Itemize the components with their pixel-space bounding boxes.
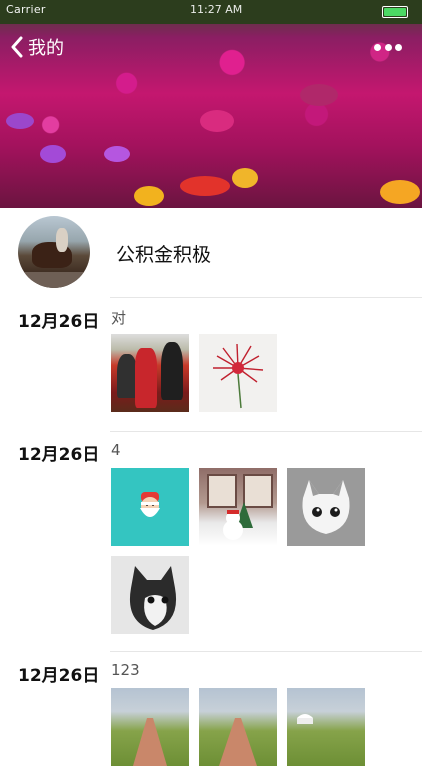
moment-date: 12月26日 xyxy=(18,312,100,332)
moment-image[interactable] xyxy=(287,468,365,546)
cover-flower xyxy=(40,145,66,163)
moment-date: 12月26日 xyxy=(18,666,100,686)
lily-drawing xyxy=(213,343,264,409)
moment-image[interactable] xyxy=(199,334,277,412)
moment-text: 对 xyxy=(111,309,127,327)
moment-image[interactable] xyxy=(111,688,189,766)
path-photo xyxy=(133,718,167,766)
path-photo xyxy=(219,718,257,766)
cover-flower xyxy=(380,180,420,204)
moment-image[interactable] xyxy=(199,468,277,546)
snowman-icon xyxy=(223,502,253,540)
moment-item[interactable]: 12月26日 123 xyxy=(0,652,422,766)
cover-flower xyxy=(232,168,258,188)
battery-icon xyxy=(382,6,408,18)
cover-photo[interactable]: Carrier 11:27 AM 我的 xyxy=(0,0,422,208)
moment-image[interactable] xyxy=(111,334,189,412)
moment-item[interactable]: 12月26日 4 xyxy=(0,432,422,652)
back-label: 我的 xyxy=(28,38,64,59)
moment-image[interactable] xyxy=(199,688,277,766)
santa-icon xyxy=(140,492,160,517)
cover-flower xyxy=(6,113,34,129)
black-cat-icon xyxy=(129,566,177,630)
more-options-icon[interactable] xyxy=(374,38,402,56)
cover-flower xyxy=(134,186,164,206)
yurt-photo xyxy=(297,714,313,724)
cover-flower xyxy=(104,146,130,162)
nav-bar: 我的 xyxy=(0,28,422,68)
back-button[interactable]: 我的 xyxy=(10,34,64,60)
moment-image[interactable] xyxy=(111,556,189,634)
chevron-left-icon xyxy=(11,36,23,58)
clock: 11:27 AM xyxy=(190,3,243,16)
moment-text: 4 xyxy=(111,441,121,459)
cover-flower xyxy=(300,84,338,106)
cover-flower xyxy=(180,176,230,196)
moment-text: 123 xyxy=(111,661,140,679)
moment-image[interactable] xyxy=(287,688,365,766)
moment-date: 12月26日 xyxy=(18,445,100,465)
status-bar: Carrier 11:27 AM xyxy=(0,0,422,20)
username: 公积金积极 xyxy=(116,244,212,266)
avatar[interactable] xyxy=(18,216,90,288)
moment-item[interactable]: 12月26日 对 xyxy=(0,298,422,432)
white-cat-icon xyxy=(302,480,350,534)
profile-header: 公积金积极 xyxy=(0,208,422,298)
carrier-label: Carrier xyxy=(6,3,46,16)
cover-flower xyxy=(200,110,234,132)
moment-image[interactable] xyxy=(111,468,189,546)
